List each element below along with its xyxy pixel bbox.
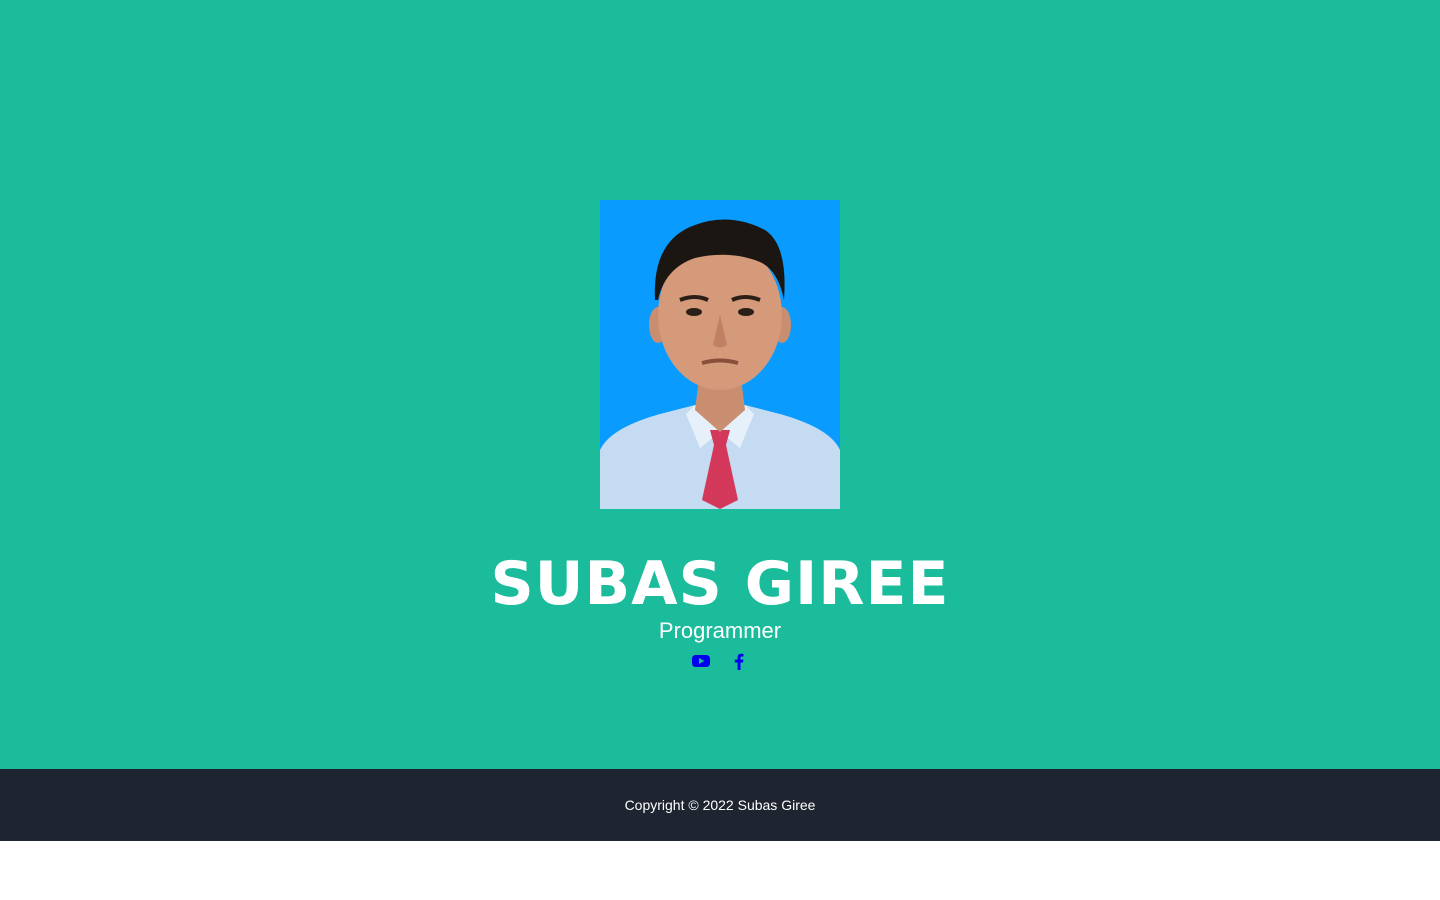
facebook-icon: [734, 653, 744, 670]
copyright-text: Copyright © 2022 Subas Giree: [624, 797, 816, 813]
profile-role: Programmer: [658, 618, 782, 643]
profile-name: SUBAS GIREE: [490, 549, 950, 619]
youtube-icon: [692, 655, 710, 667]
footer: Copyright © 2022 Subas Giree: [0, 769, 1440, 841]
social-links: [0, 650, 1440, 672]
portrait-image: [600, 200, 840, 509]
hero-section: SUBAS GIREE Programmer: [0, 0, 1440, 769]
profile-photo: [600, 200, 840, 509]
facebook-link[interactable]: [730, 650, 748, 672]
youtube-link[interactable]: [692, 650, 710, 672]
